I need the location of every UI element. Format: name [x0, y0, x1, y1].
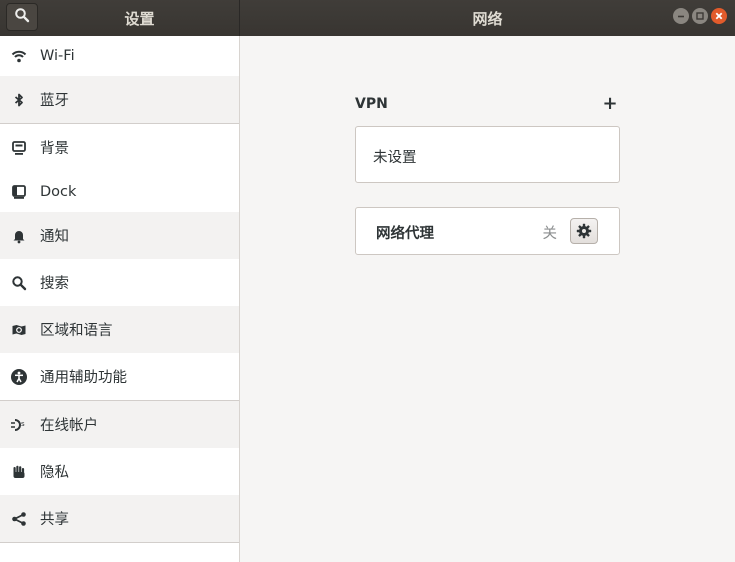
dock-icon: [10, 183, 28, 201]
page-title: 网络: [472, 9, 503, 28]
bell-icon: [10, 227, 28, 245]
network-proxy-state: 关: [542, 226, 558, 242]
sidebar-item-dock[interactable]: Dock: [0, 171, 239, 212]
accessibility-icon: [10, 368, 28, 386]
sidebar-item-online-accounts[interactable]: s 在线帐户: [0, 401, 239, 448]
sidebar-item-label: 背景: [40, 141, 69, 157]
sidebar-item-background[interactable]: 背景: [0, 124, 239, 171]
maximize-icon: [696, 12, 704, 20]
close-button[interactable]: [711, 8, 727, 24]
sidebar-item-label: 隐私: [40, 465, 69, 481]
search-button[interactable]: [6, 3, 38, 31]
sidebar: Wi-Fi 蓝牙 背景 Dock 通知 搜索 区域和语言 通用辅助功能 s 在线…: [0, 36, 240, 562]
svg-text:s: s: [21, 420, 25, 428]
close-icon: [715, 12, 723, 20]
sidebar-item-accessibility[interactable]: 通用辅助功能: [0, 353, 239, 400]
proxy-settings-button[interactable]: [570, 218, 598, 244]
network-panel: VPN + 未设置 网络代理 关: [240, 36, 735, 562]
sidebar-item-search[interactable]: 搜索: [0, 259, 239, 306]
bluetooth-icon: [10, 91, 28, 109]
add-vpn-button[interactable]: +: [600, 93, 620, 115]
sidebar-item-label: 通用辅助功能: [40, 370, 127, 386]
privacy-hand-icon: [10, 463, 28, 481]
sidebar-item-sharing[interactable]: 共享: [0, 495, 239, 542]
sidebar-item-label: 通知: [40, 229, 69, 245]
sidebar-item-wifi[interactable]: Wi-Fi: [0, 36, 239, 76]
vpn-heading: VPN: [355, 96, 388, 112]
online-accounts-icon: s: [10, 416, 28, 434]
sidebar-item-label: 在线帐户: [40, 418, 98, 434]
sidebar-divider: [0, 542, 239, 543]
maximize-button[interactable]: [692, 8, 708, 24]
vpn-status: 未设置: [373, 150, 417, 166]
search-icon: [10, 274, 28, 292]
network-proxy-row[interactable]: 网络代理 关: [355, 207, 620, 255]
sidebar-item-label: 共享: [40, 512, 69, 528]
background-icon: [10, 139, 28, 157]
sidebar-item-label: Dock: [40, 183, 77, 200]
share-icon: [10, 510, 28, 528]
sidebar-item-label: 搜索: [40, 276, 69, 292]
sidebar-item-privacy[interactable]: 隐私: [0, 448, 239, 495]
minimize-button[interactable]: [673, 8, 689, 24]
vpn-section-header: VPN +: [355, 93, 620, 116]
settings-title: 设置: [124, 9, 155, 28]
gear-icon: [576, 223, 592, 239]
sidebar-item-region[interactable]: 区域和语言: [0, 306, 239, 353]
sidebar-item-label: 区域和语言: [40, 323, 113, 339]
sidebar-item-label: 蓝牙: [40, 93, 69, 109]
sidebar-item-label: Wi-Fi: [40, 48, 75, 64]
sidebar-header: 设置: [0, 0, 240, 36]
vpn-list: 未设置: [355, 126, 620, 183]
network-proxy-label: 网络代理: [376, 226, 434, 242]
wifi-icon: [10, 47, 28, 65]
search-icon: [14, 7, 30, 27]
sidebar-item-bluetooth[interactable]: 蓝牙: [0, 76, 239, 123]
header-bar: 设置 网络: [0, 0, 735, 36]
window-controls: [673, 8, 727, 24]
sidebar-item-notifications[interactable]: 通知: [0, 212, 239, 259]
minimize-icon: [678, 15, 684, 18]
region-icon: [10, 321, 28, 339]
